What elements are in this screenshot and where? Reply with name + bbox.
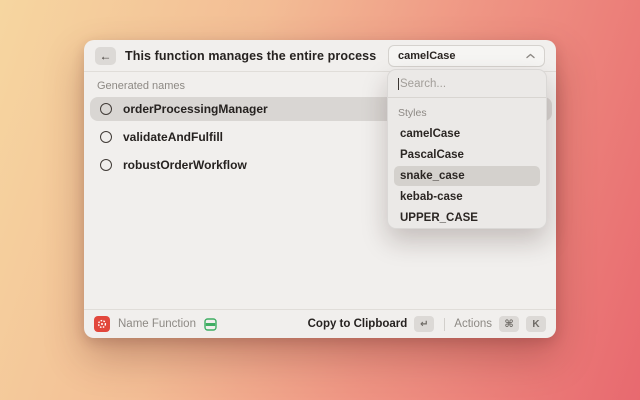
desktop-background: ← This function manages the entire proce… [0,0,640,400]
command-key-badge: ⌘ [499,316,519,332]
dropdown-option-pascalcase[interactable]: PascalCase [394,145,540,165]
return-key-badge: ↵ [414,316,434,332]
radio-circle-icon [100,103,112,115]
text-caret [398,78,399,90]
search-placeholder: Search... [400,78,446,90]
actions-menu-button[interactable]: Actions [454,318,492,330]
list-section-label: Generated names [97,80,185,92]
dropdown-option-camelcase[interactable]: camelCase [394,124,540,144]
app-name-label: Name Function [118,318,196,330]
back-arrow-icon: ← [100,49,112,63]
list-item-label: robustOrderWorkflow [123,158,247,172]
prompt-title: This function manages the entire process… [125,49,379,63]
dropdown-option-snakecase[interactable]: snake_case [394,166,540,186]
name-function-app-icon [94,316,110,332]
list-item-label: validateAndFulfill [123,130,223,144]
chevron-up-icon [526,53,535,59]
dropdown-option-kebabcase[interactable]: kebab-case [394,187,540,207]
list-item-label: orderProcessingManager [123,102,268,116]
ai-extension-badge-icon [204,318,217,331]
footer-divider [444,318,445,331]
radio-circle-icon [100,159,112,171]
dropdown-section-label: Styles [398,107,536,119]
k-key-badge: K [526,316,546,332]
dropdown-option-uppercase[interactable]: UPPER_CASE [394,208,540,228]
action-bar: Name Function Copy to Clipboard ↵ Action… [84,309,556,338]
copy-to-clipboard-button[interactable]: Copy to Clipboard [308,318,408,330]
radio-circle-icon [100,131,112,143]
footer-actions: Copy to Clipboard ↵ Actions ⌘ K [308,316,546,332]
style-dropdown-panel: Search... Styles camelCase PascalCase sn… [387,69,547,229]
dropdown-search-field[interactable]: Search... [388,70,546,98]
style-select-value: camelCase [398,50,520,62]
window-header: ← This function manages the entire proce… [84,40,556,72]
back-button[interactable]: ← [95,47,116,65]
style-select-dropdown[interactable]: camelCase [388,45,545,67]
